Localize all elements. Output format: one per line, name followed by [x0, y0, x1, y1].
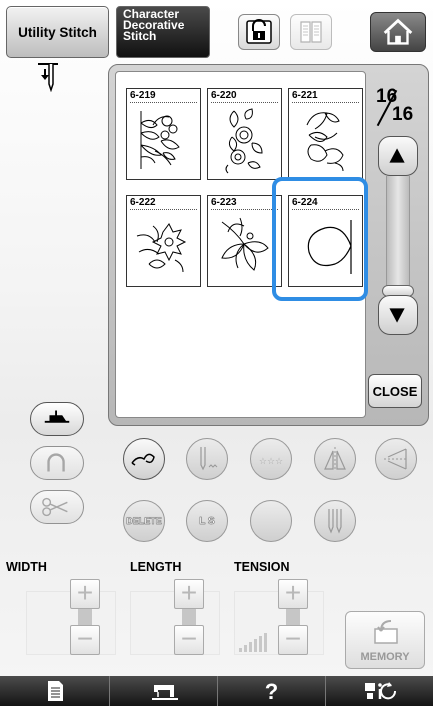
- width-label: WIDTH: [6, 560, 47, 574]
- mirror-vertical-icon: [324, 447, 346, 471]
- scrollbar-track[interactable]: [386, 176, 410, 296]
- settings-button[interactable]: [326, 676, 433, 706]
- stitch-tile-6-220[interactable]: 6-220: [207, 88, 282, 180]
- width-plus-button[interactable]: +: [70, 579, 100, 609]
- width-stepper: + −: [70, 579, 100, 655]
- floral-stitch-icon: [225, 108, 263, 174]
- length-plus-button[interactable]: +: [174, 579, 204, 609]
- book-icon: [300, 21, 322, 43]
- reverse-stitch-button[interactable]: [30, 446, 84, 480]
- page-icon: [48, 681, 63, 701]
- blank-key[interactable]: [250, 500, 292, 542]
- tab-character-decorative-stitch[interactable]: Character Decorative Stitch: [116, 6, 210, 58]
- presser-foot-icon: [44, 410, 70, 423]
- scroll-down-button[interactable]: [378, 295, 418, 335]
- pattern-repeat-key[interactable]: ☆☆☆: [250, 438, 292, 480]
- thread-loop-icon: [131, 453, 155, 466]
- sewing-machine-icon: [152, 685, 178, 700]
- memory-save-icon: [374, 620, 398, 644]
- twin-needle-icon: [328, 509, 342, 534]
- selection-highlight: [272, 177, 368, 301]
- page-total: 16: [392, 104, 414, 125]
- mirror-vertical-key[interactable]: [314, 438, 356, 480]
- lock-icon: [246, 19, 272, 44]
- svg-text:☆☆☆: ☆☆☆: [259, 457, 283, 467]
- stitch-tile-6-219[interactable]: 6-219: [126, 88, 201, 180]
- settings-icon: [365, 682, 397, 700]
- floral-stitch-icon: [306, 112, 344, 172]
- help-button[interactable]: ?: [218, 676, 326, 706]
- bottom-toolbar: ?: [0, 676, 433, 706]
- sewing-mode-key[interactable]: [186, 438, 228, 480]
- floral-stitch-icon: [136, 223, 187, 273]
- tension-label: TENSION: [234, 560, 290, 574]
- length-minus-button[interactable]: −: [174, 625, 204, 655]
- mirror-horizontal-icon: [384, 448, 408, 470]
- stitch-number: 6-222: [130, 197, 156, 208]
- memory-label: MEMORY: [360, 651, 410, 663]
- twin-needle-key[interactable]: [314, 500, 356, 542]
- delete-label: DELETE: [126, 516, 162, 527]
- stitch-number: 6-219: [130, 90, 156, 101]
- help-icon: ?: [264, 679, 279, 704]
- thread-cutter-button[interactable]: [30, 490, 84, 524]
- close-label: CLOSE: [372, 383, 418, 399]
- stitch-number: 6-221: [292, 90, 318, 101]
- stitch-tile-6-222[interactable]: 6-222: [126, 195, 201, 287]
- needle-position-icon: [38, 63, 58, 92]
- stitch-image-key[interactable]: [123, 438, 165, 480]
- tension-minus-button[interactable]: −: [278, 625, 308, 655]
- presser-foot-button[interactable]: [30, 402, 84, 436]
- length-stepper: + −: [174, 579, 204, 655]
- ls-button[interactable]: L S: [186, 500, 228, 542]
- tension-level-icon: [239, 633, 267, 652]
- tension-stepper: + −: [278, 579, 308, 655]
- book-button[interactable]: [290, 14, 332, 50]
- triangle-down-icon: [389, 308, 405, 323]
- scissors-icon: [42, 497, 68, 517]
- floral-stitch-icon: [221, 217, 269, 271]
- mirror-horizontal-key[interactable]: [375, 438, 417, 480]
- tab-utility-stitch-label: Utility Stitch: [18, 24, 97, 40]
- close-button[interactable]: CLOSE: [368, 374, 422, 408]
- star-pattern-icon: ☆☆☆: [259, 457, 283, 467]
- tab-utility-stitch[interactable]: Utility Stitch: [6, 6, 109, 58]
- length-label: LENGTH: [130, 560, 182, 574]
- stitch-number: 6-223: [211, 197, 237, 208]
- lock-button[interactable]: [238, 14, 280, 50]
- width-minus-button[interactable]: −: [70, 625, 100, 655]
- triangle-up-icon: [389, 148, 405, 163]
- screen: Utility Stitch Character Decorative Stit…: [0, 0, 433, 706]
- sewing-machine-button[interactable]: [110, 676, 218, 706]
- stitch-number: 6-220: [211, 90, 237, 101]
- floral-stitch-icon: [140, 111, 180, 169]
- home-icon: [383, 18, 413, 45]
- needle-stitch-icon: [200, 447, 218, 471]
- home-button[interactable]: [370, 12, 426, 52]
- tension-plus-button[interactable]: +: [278, 579, 308, 609]
- reverse-stitch-icon: [47, 453, 65, 472]
- memory-button[interactable]: MEMORY: [345, 611, 425, 669]
- scroll-up-button[interactable]: [378, 136, 418, 176]
- page-indicator: 16 16: [370, 86, 420, 130]
- delete-button[interactable]: DELETE: [123, 500, 165, 542]
- stitch-tile-6-223[interactable]: 6-223: [207, 195, 282, 287]
- tab-character-label-line3: Stitch: [123, 29, 157, 43]
- ls-label: L S: [199, 515, 215, 527]
- manual-page-button[interactable]: [0, 676, 110, 706]
- stitch-tile-6-221[interactable]: 6-221: [288, 88, 363, 180]
